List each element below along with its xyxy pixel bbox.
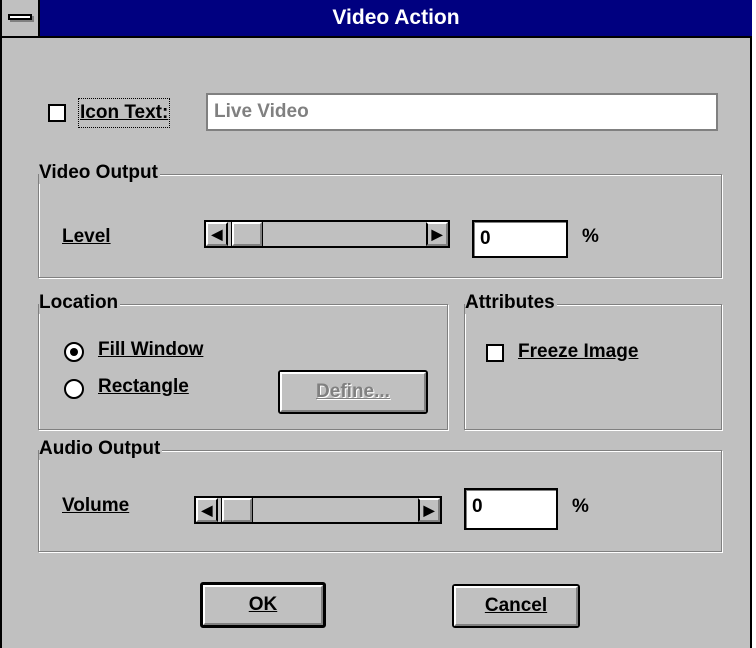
arrow-right-icon[interactable]: ▶	[418, 498, 440, 522]
volume-scrollbar[interactable]: ◀ ▶	[194, 496, 442, 524]
arrow-left-icon[interactable]: ◀	[196, 498, 218, 522]
fill-window-label[interactable]: Fill Window	[98, 339, 203, 361]
icon-text-label[interactable]: Icon Text:	[77, 98, 171, 128]
level-value-field[interactable]: 0	[472, 220, 568, 258]
arrow-right-icon[interactable]: ▶	[426, 222, 448, 246]
volume-value-field[interactable]: 0	[464, 488, 558, 530]
level-scroll-thumb[interactable]	[231, 221, 263, 247]
level-scrollbar[interactable]: ◀ ▶	[204, 220, 450, 248]
video-output-group-label: Video Output	[39, 162, 160, 184]
volume-scroll-thumb[interactable]	[221, 497, 253, 523]
fill-window-radio[interactable]	[64, 342, 84, 362]
title-bar: Video Action	[2, 0, 752, 38]
arrow-left-icon[interactable]: ◀	[206, 222, 228, 246]
ok-button[interactable]: OK	[200, 582, 326, 628]
video-action-dialog: Video Action Icon Text: Live Video Video…	[0, 0, 752, 648]
volume-percent-sign: %	[572, 496, 589, 517]
level-percent-sign: %	[582, 226, 599, 247]
volume-label: Volume	[62, 495, 130, 516]
system-menu-button[interactable]	[2, 0, 40, 36]
system-menu-icon	[8, 14, 32, 20]
audio-output-group-label: Audio Output	[39, 438, 163, 460]
window-title: Video Action	[332, 6, 460, 29]
define-button[interactable]: Define...	[278, 370, 428, 414]
attributes-group-label: Attributes	[465, 292, 557, 314]
cancel-button[interactable]: Cancel	[452, 584, 580, 628]
icon-text-field[interactable]: Live Video	[206, 93, 718, 131]
freeze-image-label[interactable]: Freeze Image	[518, 341, 638, 363]
location-group-label: Location	[39, 292, 121, 314]
rectangle-radio[interactable]	[64, 379, 84, 399]
rectangle-label[interactable]: Rectangle	[98, 376, 189, 398]
level-label: Level	[62, 226, 111, 247]
freeze-image-checkbox[interactable]	[486, 344, 504, 362]
icon-text-checkbox[interactable]	[48, 104, 66, 122]
attributes-group: Attributes	[464, 292, 722, 430]
